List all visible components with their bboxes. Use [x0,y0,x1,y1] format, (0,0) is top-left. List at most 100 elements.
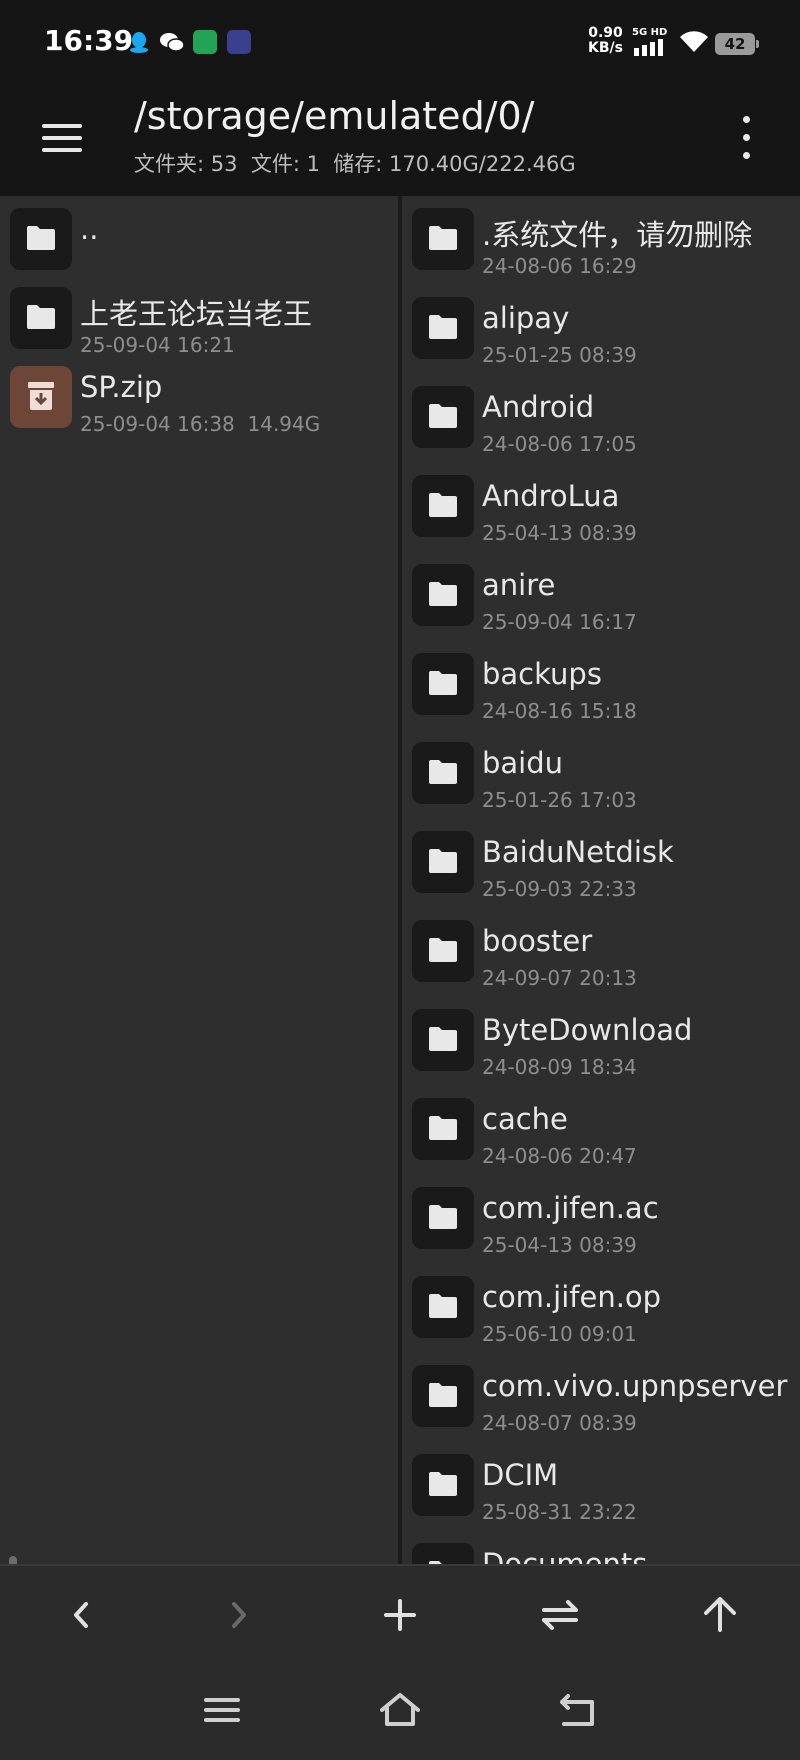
archive-icon [10,366,72,428]
folder-icon [412,1276,474,1338]
app-bar: /storage/emulated/0/ 文件夹: 53 文件: 1 储存: 1… [0,84,800,196]
list-item[interactable]: ByteDownload 24-08-09 18:34 [402,997,800,1086]
right-pane[interactable]: .系统文件，请勿删除 24-08-06 16:29 alipay 25-01-25 0… [402,196,800,1564]
green-app-icon [193,30,217,54]
return-icon[interactable] [554,1690,602,1730]
folder-icon [412,742,474,804]
list-item[interactable]: backups 24-08-16 15:18 [402,641,800,730]
item-meta: 25-08-31 23:22 [482,1500,637,1524]
list-item[interactable]: Android 24-08-06 17:05 [402,374,800,463]
item-meta: 25-01-26 17:03 [482,788,637,812]
swap-icon[interactable] [532,1590,588,1640]
folder-icon [412,1187,474,1249]
up-icon[interactable] [692,1590,748,1640]
folder-icon [412,831,474,893]
item-meta: 25-09-04 16:17 [482,610,637,634]
item-name: 上老王论坛当老王 [80,297,313,331]
list-item[interactable]: BaiduNetdisk 25-09-03 22:33 [402,819,800,908]
item-name: booster [482,924,593,958]
item-name: com.vivo.upnpserver [482,1369,788,1403]
network-speed: 0.90 KB/s [588,25,623,56]
list-item[interactable]: alipay 25-01-25 08:39 [402,285,800,374]
menu-button[interactable] [30,110,94,166]
item-name: Android [482,390,595,424]
folder-icon [412,386,474,448]
folder-icon [412,208,474,270]
folder-icon [10,208,72,270]
item-meta: 25-09-04 16:38 14.94G [80,412,321,436]
list-item[interactable]: com.jifen.ac 25-04-13 08:39 [402,1175,800,1264]
folder-icon [412,475,474,537]
home-icon[interactable] [376,1690,424,1730]
battery-indicator: 42 [715,33,759,55]
list-item[interactable]: .系统文件，请勿删除 24-08-06 16:29 [402,196,800,285]
folder-icon [412,920,474,982]
item-name: Documents [482,1547,648,1564]
forward-icon[interactable] [212,1590,268,1640]
list-item[interactable]: AndroLua 25-04-13 08:39 [402,463,800,552]
item-name: anire [482,568,556,602]
list-item[interactable]: baidu 25-01-26 17:03 [402,730,800,819]
list-item[interactable]: SP.zip 25-09-04 16:38 14.94G [0,354,398,443]
bottom-toolbar [0,1564,800,1660]
folder-icon [412,1365,474,1427]
list-item[interactable]: com.vivo.upnpserver 24-08-07 08:39 [402,1353,800,1442]
item-name: .. [80,212,99,246]
item-meta: 24-08-06 17:05 [482,432,637,456]
item-meta: 25-01-25 08:39 [482,343,637,367]
item-name: .系统文件，请勿删除 [482,218,753,252]
list-item[interactable]: 上老王论坛当老王 25-09-04 16:21 [0,275,398,364]
system-nav-bar [0,1660,800,1760]
recents-icon[interactable] [198,1690,246,1730]
status-bar: 16:39 0.90 KB/s 5G HD 42 [0,0,800,84]
item-meta: 24-09-07 20:13 [482,966,637,990]
purple-app-icon [227,30,251,54]
list-item[interactable]: anire 25-09-04 16:17 [402,552,800,641]
item-name: cache [482,1102,568,1136]
list-item[interactable]: cache 24-08-06 20:47 [402,1086,800,1175]
folder-icon [412,564,474,626]
folder-icon [412,653,474,715]
item-meta: 24-08-09 18:34 [482,1055,637,1079]
back-icon[interactable] [52,1590,108,1640]
item-name: com.jifen.ac [482,1191,659,1225]
list-item[interactable]: Documents [402,1531,800,1564]
list-item[interactable]: booster 24-09-07 20:13 [402,908,800,997]
item-meta: 24-08-07 08:39 [482,1411,637,1435]
item-meta: 24-08-16 15:18 [482,699,637,723]
folder-icon [412,297,474,359]
item-name: baidu [482,746,564,780]
signal-icon: 5G HD [632,28,672,60]
current-path: /storage/emulated/0/ [134,94,535,138]
item-meta: 25-06-10 09:01 [482,1322,637,1346]
qq-icon [127,30,151,54]
item-meta: 25-04-13 08:39 [482,1233,637,1257]
item-name: SP.zip [80,370,163,404]
item-name: BaiduNetdisk [482,835,674,869]
item-name: AndroLua [482,479,620,513]
wechat-icon [159,30,185,54]
item-name: com.jifen.op [482,1280,662,1314]
add-icon[interactable] [372,1590,428,1640]
item-name: alipay [482,301,570,335]
folder-icon [412,1454,474,1516]
folder-icon [412,1543,474,1564]
status-time: 16:39 [44,24,134,57]
item-name: backups [482,657,602,691]
item-name: ByteDownload [482,1013,693,1047]
folder-icon [412,1009,474,1071]
left-pane[interactable]: .. 上老王论坛当老王 25-09-04 16:21 SP.zip 25-09-… [0,196,398,1564]
storage-info: 文件夹: 53 文件: 1 储存: 170.40G/222.46G [134,152,576,176]
list-item[interactable]: .. [0,196,398,285]
more-options-button[interactable] [730,112,762,164]
folder-icon [412,1098,474,1160]
item-name: DCIM [482,1458,559,1492]
item-meta: 25-04-13 08:39 [482,521,637,545]
item-meta: 25-09-03 22:33 [482,877,637,901]
item-meta: 24-08-06 20:47 [482,1144,637,1168]
list-item[interactable]: com.jifen.op 25-06-10 09:01 [402,1264,800,1353]
wifi-icon [678,28,710,58]
list-item[interactable]: DCIM 25-08-31 23:22 [402,1442,800,1531]
item-meta: 24-08-06 16:29 [482,254,637,278]
folder-icon [10,287,72,349]
